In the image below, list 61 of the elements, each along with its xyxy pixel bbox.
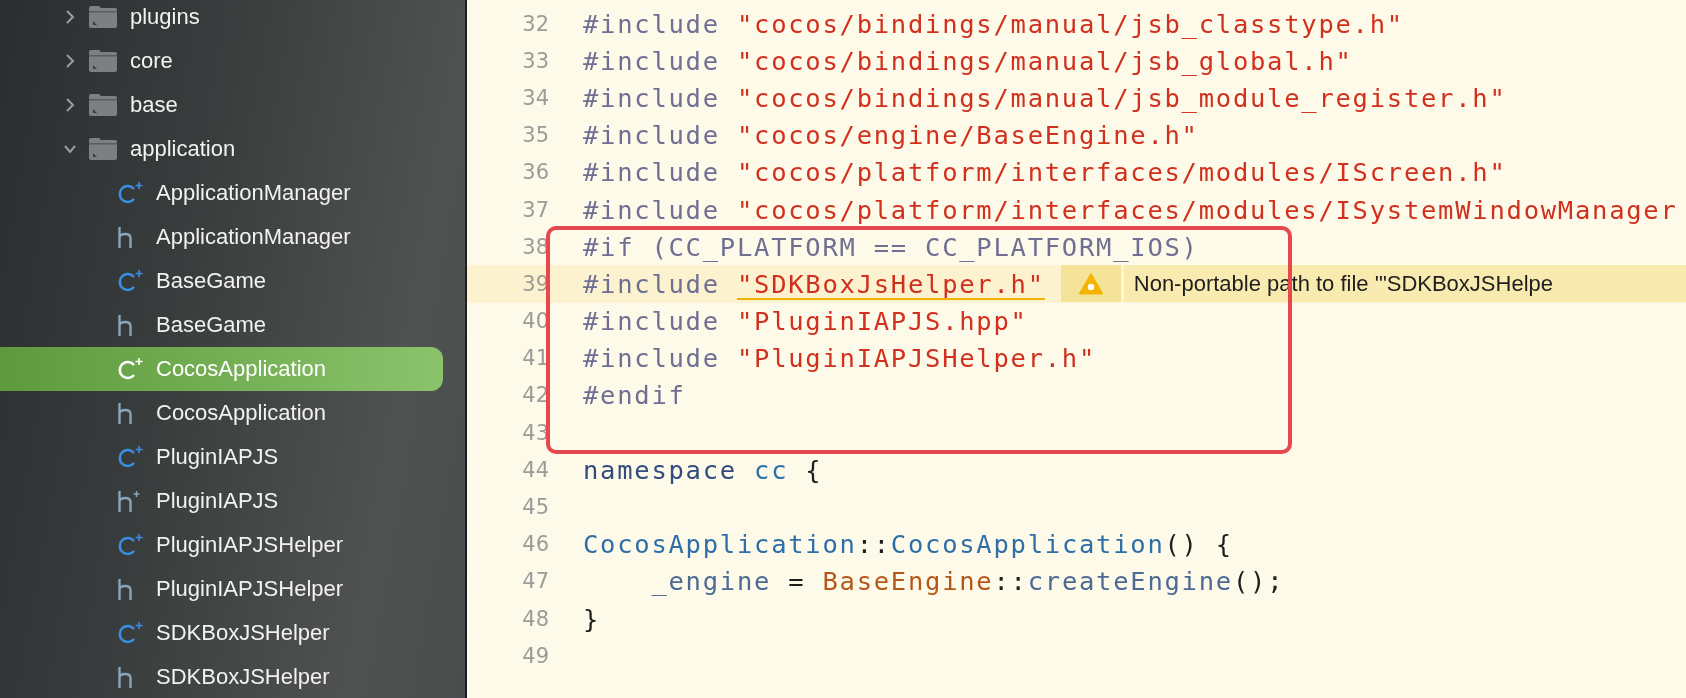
code-line: } bbox=[583, 603, 601, 634]
line-number: 47 bbox=[521, 569, 550, 594]
file-tree-item[interactable]: PluginIAPJSHelper bbox=[0, 567, 443, 611]
line-number: 48 bbox=[521, 606, 550, 631]
file-tree-item[interactable]: ApplicationManager bbox=[0, 171, 443, 215]
folder-icon bbox=[88, 5, 118, 29]
line-number: 37 bbox=[521, 197, 550, 222]
folder-icon bbox=[88, 49, 118, 73]
file-tree-item[interactable]: SDKBoxJSHelper bbox=[0, 611, 443, 655]
file-tree-item[interactable]: PluginIAPJS bbox=[0, 479, 443, 523]
file-tree-item[interactable]: base bbox=[0, 83, 443, 127]
code-line: #include "cocos/bindings/manual/jsb_module_register.h" bbox=[583, 82, 1507, 113]
code-line: _engine = BaseEngine::createEngine(); bbox=[650, 566, 1285, 597]
header-file-icon bbox=[118, 665, 132, 689]
code-line: #endif bbox=[583, 380, 686, 411]
line-number: 42 bbox=[521, 383, 550, 408]
line-number: 33 bbox=[521, 48, 550, 73]
file-tree-item[interactable]: BaseGame bbox=[0, 259, 443, 303]
header-file-icon bbox=[118, 577, 132, 601]
code-line: #include "cocos/bindings/manual/jsb_classtype.h" bbox=[583, 8, 1404, 39]
file-tree-item[interactable]: SDKBoxJSHelper bbox=[0, 655, 443, 698]
file-tree-item[interactable]: application bbox=[0, 127, 443, 171]
header-file-icon bbox=[118, 489, 140, 513]
cpp-file-icon bbox=[118, 357, 146, 381]
code-line: CocosApplication::CocosApplication() { bbox=[583, 529, 1233, 560]
code-line: #include "cocos/platform/interfaces/modules/IScreen.h" bbox=[583, 157, 1507, 188]
file-tree-item[interactable]: PluginIAPJSHelper bbox=[0, 523, 443, 567]
line-number: 45 bbox=[521, 495, 550, 520]
cpp-file-icon bbox=[118, 621, 146, 645]
code-line: #include "PluginIAPJSHelper.h" bbox=[583, 343, 1097, 374]
file-tree-item[interactable]: PluginIAPJS bbox=[0, 435, 443, 479]
code-line: #include "SDKBoxJsHelper.h" bbox=[583, 268, 1045, 299]
code-line: #include "cocos/platform/interfaces/modules/ISystemWindowManager bbox=[583, 194, 1678, 225]
cpp-file-icon bbox=[118, 181, 146, 205]
folder-icon bbox=[88, 137, 118, 161]
folder-icon bbox=[88, 93, 118, 117]
header-file-icon bbox=[118, 313, 132, 337]
code-line: namespace cc { bbox=[583, 454, 823, 485]
header-file-icon bbox=[118, 401, 132, 425]
file-tree-item[interactable]: plugins bbox=[0, 0, 443, 39]
line-number: 32 bbox=[521, 11, 550, 36]
line-number: 41 bbox=[521, 346, 550, 371]
file-tree-item[interactable]: core bbox=[0, 39, 443, 83]
warning-icon bbox=[1078, 272, 1103, 295]
code-line: #include "PluginIAPJS.hpp" bbox=[583, 306, 1028, 337]
line-number: 36 bbox=[521, 160, 550, 185]
file-tree-item[interactable]: ApplicationManager bbox=[0, 215, 443, 259]
cpp-file-icon bbox=[118, 445, 146, 469]
cpp-file-icon bbox=[118, 533, 146, 557]
code-line: #include "cocos/engine/BaseEngine.h" bbox=[583, 120, 1199, 151]
code-line: #include "cocos/bindings/manual/jsb_global.h" bbox=[583, 45, 1353, 76]
file-tree-item[interactable]: CocosApplication bbox=[0, 391, 443, 435]
line-number: 46 bbox=[521, 532, 550, 557]
code-line: #if (CC_PLATFORM == CC_PLATFORM_IOS) bbox=[583, 231, 1199, 262]
line-number: 35 bbox=[521, 123, 550, 148]
line-number: 34 bbox=[521, 85, 550, 110]
line-number: 49 bbox=[521, 643, 550, 668]
line-number: 44 bbox=[521, 457, 550, 482]
cpp-file-icon bbox=[118, 269, 146, 293]
header-file-icon bbox=[118, 225, 132, 249]
file-tree-item[interactable]: BaseGame bbox=[0, 303, 443, 347]
